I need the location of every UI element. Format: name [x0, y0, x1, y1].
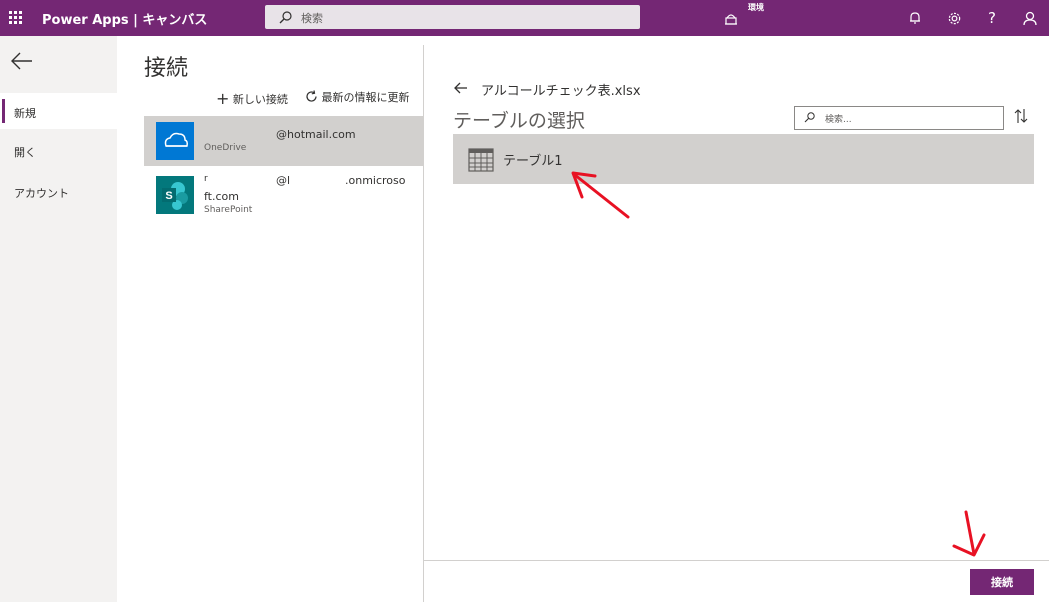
- connection-item-onedrive[interactable]: @hotmail.com OneDrive: [144, 116, 423, 166]
- connection-email-suffix: .onmicroso: [345, 174, 406, 187]
- search-placeholder: 検索: [301, 12, 323, 25]
- sort-icon[interactable]: [1014, 108, 1028, 124]
- table-grid-icon: [468, 148, 494, 172]
- nav-item-label: 開く: [14, 146, 36, 159]
- nav-item-label: アカウント: [14, 187, 69, 200]
- search-icon: [804, 112, 815, 123]
- connect-button[interactable]: 接続: [970, 569, 1034, 595]
- table-search-input[interactable]: 検索...: [794, 106, 1004, 130]
- nav-item-account[interactable]: アカウント: [0, 173, 117, 209]
- bell-icon[interactable]: [906, 9, 924, 27]
- environment-label: 環境: [748, 3, 764, 12]
- search-placeholder: 検索...: [825, 115, 852, 125]
- new-connection-label: 新しい接続: [232, 93, 288, 106]
- nav-item-open[interactable]: 開く: [0, 132, 117, 168]
- connection-email-middle: @l: [276, 174, 291, 187]
- environment-picker[interactable]: 環境: [722, 2, 772, 32]
- connection-item-sharepoint[interactable]: S r @l .onmicroso ft.com SharePoint: [144, 170, 423, 220]
- annotation-arrow-icon: [952, 510, 986, 557]
- search-icon: [279, 11, 292, 24]
- refresh-icon: [306, 90, 317, 102]
- sharepoint-icon: S: [156, 176, 194, 214]
- nav-item-label: 新規: [14, 107, 36, 120]
- back-arrow-icon[interactable]: [11, 52, 33, 70]
- gear-icon[interactable]: [945, 9, 963, 27]
- connection-email-line2: ft.com: [204, 190, 239, 203]
- refresh-button[interactable]: 最新の情報に更新: [305, 88, 410, 105]
- person-icon[interactable]: [1021, 9, 1039, 27]
- connection-service: OneDrive: [204, 143, 247, 153]
- app-title: Power Apps | キャンバス: [42, 13, 208, 28]
- section-title: テーブルの選択: [453, 110, 585, 132]
- new-connection-button[interactable]: + 新しい接続: [216, 88, 288, 108]
- back-arrow-icon[interactable]: [454, 82, 468, 94]
- plus-icon: +: [216, 89, 230, 108]
- environment-icon: [725, 14, 737, 25]
- svg-text:S: S: [165, 190, 172, 202]
- nav-item-new[interactable]: 新規: [0, 93, 117, 129]
- table-name: テーブル1: [503, 154, 563, 169]
- top-bar: Power Apps | キャンバス 検索 環境 ?: [0, 0, 1049, 36]
- waffle-icon[interactable]: [9, 11, 23, 25]
- page-title: 接続: [144, 56, 189, 81]
- left-nav: 新規 開く アカウント: [0, 36, 117, 602]
- onedrive-icon: [156, 122, 194, 160]
- table-row[interactable]: テーブル1: [453, 134, 1034, 184]
- help-icon[interactable]: ?: [983, 9, 1001, 27]
- connection-email: @hotmail.com: [276, 128, 356, 141]
- search-box[interactable]: 検索: [265, 5, 640, 29]
- connection-email-prefix: r: [204, 174, 208, 184]
- annotation-arrow-icon: [571, 171, 630, 219]
- footer-divider: [424, 560, 1049, 561]
- connection-service: SharePoint: [204, 205, 253, 215]
- connections-panel: 接続 + 新しい接続 最新の情報に更新 @hotmail.com OneDriv…: [117, 36, 423, 602]
- file-name: アルコールチェック表.xlsx: [481, 84, 641, 99]
- refresh-label: 最新の情報に更新: [321, 91, 410, 104]
